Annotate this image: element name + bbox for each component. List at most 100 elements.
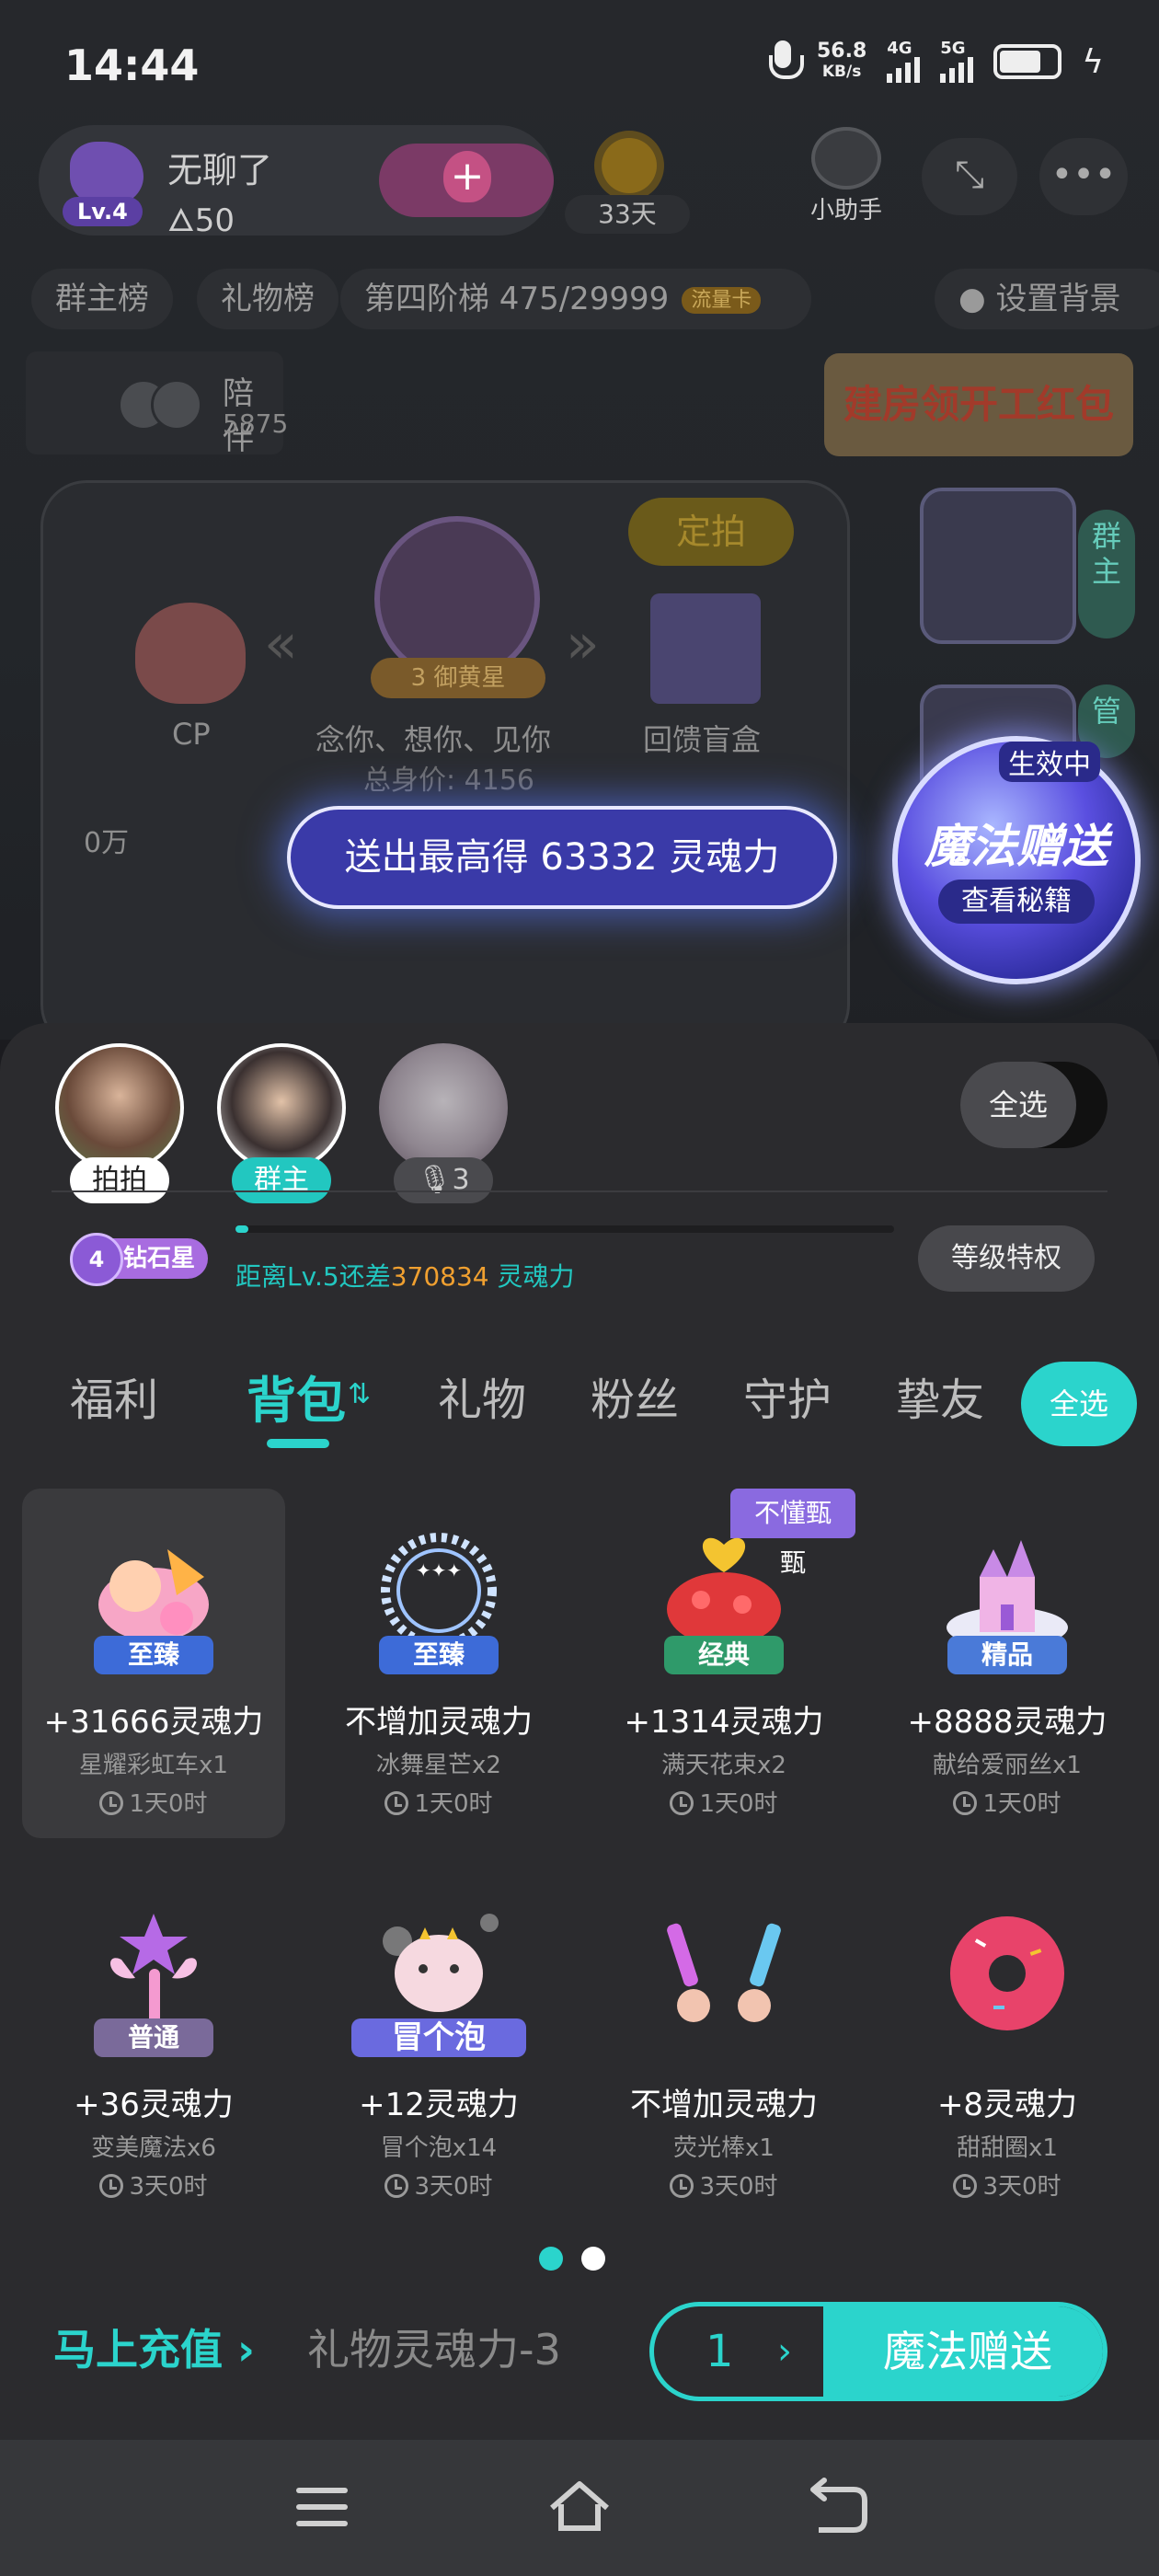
companion-avatars <box>118 379 210 431</box>
sun-icon <box>602 138 657 193</box>
level-row: 钻石星 距离Lv.5还差370834 灵魂力 等级特权 <box>70 1225 1104 1303</box>
menu-icon[interactable] <box>285 2471 359 2545</box>
side-mic-avatar-1[interactable] <box>920 488 1076 644</box>
tab-indicator <box>267 1439 329 1448</box>
follow-heart-button[interactable] <box>379 144 554 217</box>
level-progress-fill <box>235 1225 249 1233</box>
quantity-value[interactable]: 1 <box>706 2306 734 2397</box>
center-user-avatar[interactable] <box>374 516 540 682</box>
gift-item[interactable]: 精品 +8888灵魂力 献给爱丽丝x1 1天0时 <box>876 1489 1139 1838</box>
mic-user-3[interactable]: 🎙3 <box>379 1043 508 1203</box>
clock-icon <box>670 2174 694 2198</box>
chip-gift-rank[interactable]: 礼物榜 <box>197 269 339 329</box>
page-dot-active <box>539 2247 563 2271</box>
select-all-gifts-button[interactable]: 全选 <box>1021 1362 1137 1446</box>
tab-welfare[interactable]: 福利 <box>70 1363 158 1428</box>
tab-friends[interactable]: 挚友 <box>896 1363 984 1428</box>
tab-guard[interactable]: 守护 <box>743 1363 832 1428</box>
tab-backpack[interactable]: 背包 <box>247 1360 346 1432</box>
tab-gifts[interactable]: 礼物 <box>438 1363 526 1428</box>
gift-box-icon[interactable] <box>650 593 761 704</box>
status-bar: 14:44 56.8 KB/s 4G 5G ϟ <box>0 0 1159 129</box>
home-icon[interactable] <box>543 2471 616 2545</box>
clock-icon <box>953 1791 978 1815</box>
gift-name: 荧光棒x1 <box>673 2134 775 2162</box>
magic-guide-button[interactable]: 查看秘籍 <box>938 880 1095 924</box>
gift-power: +36灵魂力 <box>74 2087 234 2123</box>
back-icon[interactable] <box>800 2471 874 2545</box>
host-name: 无聊了 <box>167 150 273 190</box>
recharge-link[interactable]: 马上充值 › <box>53 2317 255 2377</box>
checkin-badge[interactable]: 33天 <box>565 138 690 236</box>
mic-user-1[interactable]: 拍拍 <box>55 1043 184 1203</box>
gift-power: +12灵魂力 <box>359 2087 519 2123</box>
svg-text:✦✦✦: ✦✦✦ <box>416 1559 462 1581</box>
gift-item[interactable]: +8灵魂力 甜甜圈x1 3天0时 <box>876 1871 1139 2221</box>
gift-item[interactable]: 不懂甄甄 经典 +1314灵魂力 满天花束x2 1天0时 <box>592 1489 855 1838</box>
chip-ladder[interactable]: 第四阶梯 475/29999 流量卡 <box>340 269 811 329</box>
mic-user-avatar <box>55 1043 184 1172</box>
gift-name: 冰舞星芒x2 <box>376 1752 501 1779</box>
gift-expiry: 3天0时 <box>22 2168 285 2202</box>
magic-send-button[interactable]: 魔法赠送 <box>823 2306 1103 2397</box>
tier-badge: 至臻 <box>94 1636 213 1674</box>
zero-label: 0万 <box>84 827 130 859</box>
mic-user-pill: 群主 <box>232 1157 331 1203</box>
red-packet-banner[interactable]: 建房领开工红包 <box>824 353 1133 456</box>
helper-button[interactable]: 小助手 <box>802 127 890 225</box>
level-hint-prefix: 距离Lv.5还差 <box>235 1261 391 1292</box>
gift-item[interactable]: 至臻 +31666灵魂力 星耀彩虹车x1 1天0时 <box>22 1489 285 1838</box>
status-icons: 56.8 KB/s 4G 5G ϟ <box>768 39 1104 83</box>
mic-user-2[interactable]: 群主 <box>217 1043 346 1203</box>
mic-user-avatar <box>217 1043 346 1172</box>
gift-expiry-value: 1天0时 <box>699 1790 778 1818</box>
gift-expiry: 1天0时 <box>307 1785 570 1819</box>
level-progress-bar <box>235 1225 894 1233</box>
companion-card[interactable]: 陪伴 5875 <box>26 351 288 457</box>
select-all-users-toggle[interactable]: 全选 <box>960 1062 1107 1148</box>
level-badge: 钻石星 <box>70 1233 208 1286</box>
helper-avatar-icon <box>811 127 881 190</box>
page-indicator <box>539 2243 613 2271</box>
clock-icon <box>384 1791 409 1815</box>
magic-title: 魔法赠送 <box>924 819 1108 873</box>
gift-expiry-value: 1天0时 <box>129 1790 208 1818</box>
gift-item[interactable]: 普通 +36灵魂力 变美魔法x6 3天0时 <box>22 1871 285 2221</box>
network-speed-value: 56.8 <box>816 40 867 63</box>
gift-expiry: 3天0时 <box>592 2168 855 2202</box>
host-level-badge: Lv.4 <box>63 197 143 226</box>
center-user-label: 念你、想你、见你 <box>316 722 552 757</box>
tier-badge: 经典 <box>664 1636 784 1674</box>
gift-expiry: 3天0时 <box>876 2168 1139 2202</box>
cp-heart-icon <box>135 603 246 704</box>
mic-user-pill: 拍拍 <box>70 1157 169 1203</box>
gift-name: 满天花束x2 <box>661 1752 786 1779</box>
level-privilege-button[interactable]: 等级特权 <box>918 1225 1095 1292</box>
more-button[interactable]: ••• <box>1039 138 1128 215</box>
gift-name: 甜甜圈x1 <box>957 2134 1058 2162</box>
chip-host-rank[interactable]: 群主榜 <box>31 269 173 329</box>
set-background-button[interactable]: ● 设置背景 <box>935 269 1159 329</box>
gift-power: +31666灵魂力 <box>43 1704 264 1741</box>
gift-expiry: 1天0时 <box>22 1785 285 1819</box>
helper-label: 小助手 <box>809 197 882 224</box>
total-value: 总身价: 4156 <box>363 765 534 797</box>
tab-fans[interactable]: 粉丝 <box>591 1363 679 1428</box>
quantity-chevron-icon[interactable]: › <box>777 2306 792 2397</box>
magic-gift-orb[interactable]: 生效中 魔法赠送 查看秘籍 <box>892 736 1141 984</box>
pk-tag-button[interactable]: 定拍 <box>628 498 794 566</box>
chevron-right-icon: » <box>566 612 600 676</box>
gift-item[interactable]: 不增加灵魂力 荧光棒x1 3天0时 <box>592 1871 855 2221</box>
page-dot <box>581 2247 605 2271</box>
power-ticker: 礼物灵魂力-3 <box>307 2325 561 2375</box>
gift-expiry: 1天0时 <box>592 1785 855 1819</box>
gift-item[interactable]: ✦✦✦ 至臻 不增加灵魂力 冰舞星芒x2 1天0时 <box>307 1489 570 1838</box>
host-count-value: 50 <box>194 202 235 239</box>
gift-item[interactable]: 冒个泡 +12灵魂力 冒个泡x14 3天0时 <box>307 1871 570 2221</box>
host-card[interactable]: Lv.4 无聊了 🜂50 <box>39 125 554 239</box>
minimize-button[interactable]: ⤡ <box>922 138 1017 215</box>
battery-icon <box>993 44 1062 79</box>
gift-expiry-value: 1天0时 <box>982 1790 1061 1818</box>
center-user-badge: 3 御黄星 <box>371 658 545 698</box>
sort-icon[interactable]: ⇅ <box>348 1378 371 1410</box>
